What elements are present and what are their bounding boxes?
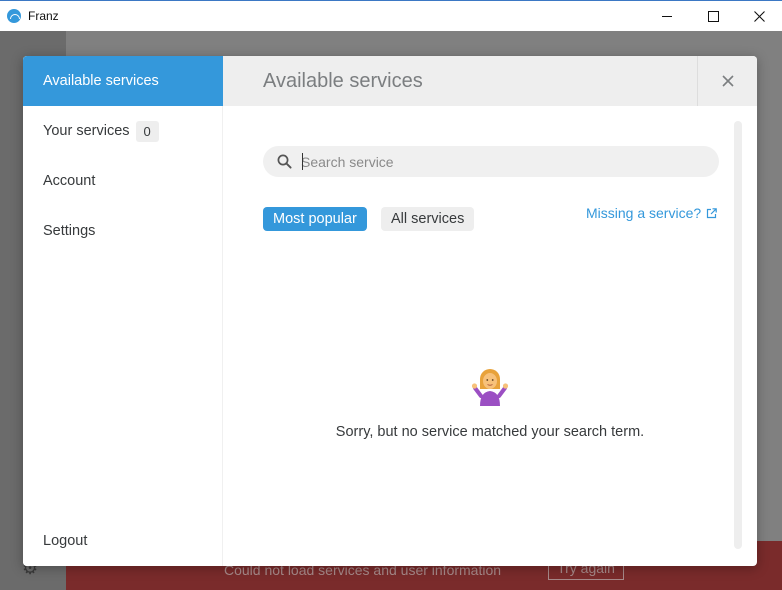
missing-service-link[interactable]: Missing a service? bbox=[586, 205, 717, 221]
sidebar-item-available-services[interactable]: Available services bbox=[23, 56, 223, 106]
external-link-icon bbox=[707, 207, 717, 218]
window-close-icon bbox=[753, 10, 765, 22]
maximize-icon bbox=[707, 10, 719, 22]
text-cursor bbox=[302, 153, 303, 170]
sidebar-item-label: Your services bbox=[43, 123, 130, 139]
search-box[interactable] bbox=[263, 146, 719, 177]
sidebar-item-label: Account bbox=[43, 173, 96, 189]
franz-logo-icon bbox=[7, 9, 21, 23]
logout-label: Logout bbox=[43, 533, 88, 549]
empty-state-message: Sorry, but no service matched your searc… bbox=[335, 424, 645, 440]
window-titlebar: Franz bbox=[0, 0, 782, 31]
close-icon bbox=[721, 75, 734, 87]
sidebar-item-label: Available services bbox=[43, 73, 159, 89]
sidebar-item-settings[interactable]: Settings bbox=[23, 206, 223, 256]
maximize-button[interactable] bbox=[690, 1, 736, 31]
sidebar-item-your-services[interactable]: Your services 0 bbox=[23, 106, 223, 156]
window-title: Franz bbox=[28, 9, 59, 23]
window-close-button[interactable] bbox=[736, 1, 782, 31]
sidebar-item-account[interactable]: Account bbox=[23, 156, 223, 206]
minimize-icon bbox=[662, 15, 672, 17]
logout-link[interactable]: Logout bbox=[23, 516, 223, 566]
settings-sidebar: Available services Your services 0 Accou… bbox=[23, 56, 223, 566]
close-modal-button[interactable] bbox=[697, 56, 757, 106]
missing-service-label: Missing a service? bbox=[586, 205, 702, 221]
search-input[interactable] bbox=[301, 151, 701, 172]
sidebar-item-label: Settings bbox=[43, 223, 96, 239]
all-services-filter-button[interactable]: All services bbox=[381, 207, 475, 231]
shrugging-person-icon bbox=[471, 369, 509, 406]
most-popular-filter-button[interactable]: Most popular bbox=[263, 207, 367, 231]
content-scrollbar[interactable] bbox=[734, 121, 742, 549]
services-count-badge: 0 bbox=[135, 120, 159, 142]
content-header: Available services bbox=[223, 56, 757, 106]
services-modal: Available services Your services 0 Accou… bbox=[23, 56, 757, 566]
search-icon bbox=[277, 154, 292, 169]
minimize-button[interactable] bbox=[644, 1, 690, 31]
page-title: Available services bbox=[263, 70, 423, 92]
